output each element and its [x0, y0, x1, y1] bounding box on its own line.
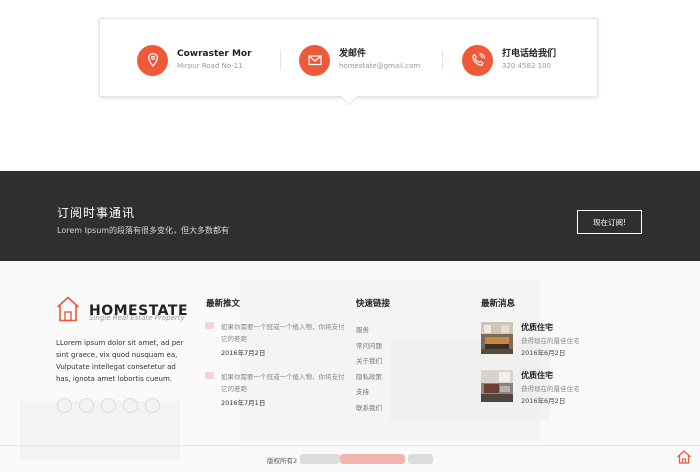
redacted-block	[300, 454, 340, 464]
link-about[interactable]: 关于我们	[356, 354, 382, 370]
envelope-icon	[299, 44, 330, 76]
link-contact[interactable]: 联系我们	[356, 401, 382, 417]
card-notch	[340, 88, 358, 106]
newsletter-section: 订阅时事通讯 Lorem Ipsum的段落有很多变化，但大多数都有 现在订阅!	[0, 171, 700, 261]
subscribe-button[interactable]: 现在订阅!	[577, 210, 642, 234]
footer-divider	[0, 445, 700, 446]
latest-news-title: 最新消息	[481, 299, 516, 309]
social-icon[interactable]	[79, 398, 94, 413]
social-links	[57, 398, 167, 413]
divider	[442, 50, 443, 70]
divider	[280, 50, 281, 70]
social-icon[interactable]	[123, 398, 138, 413]
contact-phone[interactable]: 打电话给我们 320 4582 100	[462, 44, 556, 76]
contact-email[interactable]: 发邮件 homestate@gmail.com	[299, 44, 420, 76]
news-date: 2016年6月2日	[521, 397, 566, 405]
link-faq[interactable]: 常问问题	[356, 339, 382, 355]
post-thumbnail	[205, 322, 214, 329]
recent-posts-title: 最新推文	[206, 299, 241, 309]
post-item[interactable]: 如果你需要一个冠或一个植入物，你将支付它的差距 2016年7月1日	[205, 371, 345, 409]
post-date: 2016年7月2日	[221, 349, 266, 357]
footer-brand[interactable]: HOMESTATE Single Real Estate Property	[56, 296, 188, 326]
social-icon[interactable]	[101, 398, 116, 413]
post-text[interactable]: 如果你需要一个冠或一个植入物，你将支付它的差距	[221, 321, 345, 345]
social-icon[interactable]	[57, 398, 72, 413]
contact-address: Cowraster Mor Mirpur Road No-11	[137, 44, 252, 76]
location-pin-icon	[137, 44, 168, 76]
house-outline-icon	[56, 296, 80, 326]
brand-tagline: Single Real Estate Property	[89, 314, 185, 322]
contact-address-detail: Mirpur Road No-11	[177, 62, 243, 70]
news-desc: 获得现在的最佳住宅	[521, 385, 580, 393]
news-desc: 获得现在的最佳住宅	[521, 337, 580, 345]
newsletter-subtitle: Lorem Ipsum的段落有很多变化，但大多数都有	[57, 226, 230, 235]
news-item[interactable]: 优质住宅 获得现在的最佳住宅 2016年6月2日	[481, 322, 601, 357]
copyright-text: 版权所有2	[267, 457, 298, 465]
contact-card: Cowraster Mor Mirpur Road No-11 发邮件 home…	[99, 18, 598, 106]
phone-icon	[462, 44, 493, 76]
contact-phone-title: 打电话给我们	[502, 49, 557, 59]
news-thumbnail[interactable]	[481, 370, 513, 402]
post-item[interactable]: 如果你需要一个冠或一个植入物，你将支付它的差距 2016年7月2日	[205, 321, 345, 359]
news-date: 2016年6月2日	[521, 349, 566, 357]
redacted-block	[340, 454, 405, 464]
post-thumbnail	[205, 372, 214, 379]
news-item[interactable]: 优质住宅 获得现在的最佳住宅 2016年6月2日	[481, 370, 601, 405]
contact-phone-detail[interactable]: 320 4582 100	[502, 61, 556, 72]
news-title[interactable]: 优质住宅	[521, 322, 553, 333]
about-text: LLorem ipsum dolor sit amet, ad per sint…	[56, 339, 184, 383]
news-title[interactable]: 优质住宅	[521, 370, 553, 381]
contact-email-detail[interactable]: homestate@gmail.com	[339, 61, 420, 72]
post-text[interactable]: 如果你需要一个冠或一个植入物，你将支付它的差距	[221, 371, 345, 395]
news-thumbnail[interactable]	[481, 322, 513, 354]
redacted-block	[408, 454, 433, 464]
home-icon[interactable]	[676, 449, 692, 465]
footer: HOMESTATE Single Real Estate Property LL…	[0, 261, 700, 472]
social-icon[interactable]	[145, 398, 160, 413]
link-support[interactable]: 支持	[356, 385, 382, 401]
link-privacy[interactable]: 隐私政策	[356, 370, 382, 386]
contact-address-title: Cowraster Mor	[177, 49, 252, 59]
newsletter-title: 订阅时事通讯	[57, 206, 136, 220]
quick-links-title: 快速链接	[356, 299, 391, 309]
quick-links-list: 服务 常问问题 关于我们 隐私政策 支持 联系我们	[356, 323, 382, 416]
post-date: 2016年7月1日	[221, 399, 266, 407]
contact-email-title: 发邮件	[339, 49, 367, 59]
link-services[interactable]: 服务	[356, 323, 382, 339]
